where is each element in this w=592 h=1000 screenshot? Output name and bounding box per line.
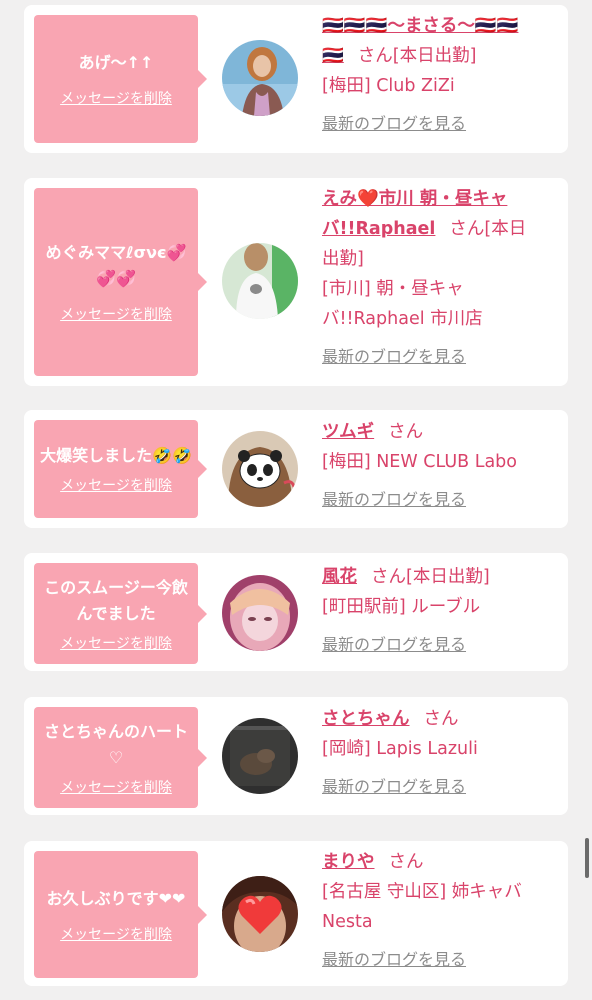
cast-info: 🇹🇭🇹🇭🇹🇭〜まさる〜🇹🇭🇹🇭 🇹🇭 さん[本日出勤] [梅田] Club ZiZ…: [322, 11, 558, 139]
shop-name: [岡崎] Lapis Lazuli: [322, 739, 478, 759]
shop-name: [梅田] Club ZiZi: [322, 76, 455, 96]
shop-name-cont: Nesta: [322, 912, 373, 932]
cast-name[interactable]: 🇹🇭🇹🇭🇹🇭〜まさる〜🇹🇭🇹🇭: [322, 16, 518, 36]
honorific: さん: [388, 422, 424, 442]
shop-name: [町田駅前] ルーブル: [322, 597, 481, 617]
avatar[interactable]: [222, 243, 298, 319]
cast-name[interactable]: まりや: [322, 852, 375, 872]
avatar-photo-icon: [222, 718, 298, 794]
delete-message-link[interactable]: メッセージを削除: [60, 777, 172, 797]
blog-link[interactable]: 最新のブログを見る: [322, 342, 466, 372]
message-bubble: このスムージー今飲んでました メッセージを削除: [34, 563, 207, 664]
message-card: お久しぶりです❤︎❤︎ メッセージを削除 まりや さん [名古屋 守山区] 姉キャ…: [24, 841, 568, 986]
shop-name: [名古屋 守山区] 姉キャバ: [322, 882, 522, 902]
shop-name: [市川] 朝・昼キャ: [322, 279, 464, 299]
blog-link[interactable]: 最新のブログを見る: [322, 485, 466, 515]
cast-name-cont[interactable]: 🇹🇭: [322, 46, 344, 66]
message-bubble: あげ〜↑↑ メッセージを削除: [34, 15, 207, 143]
cast-name[interactable]: ツムギ: [322, 422, 374, 442]
delete-message-link[interactable]: メッセージを削除: [60, 475, 172, 495]
status-badge-cont: 出勤]: [322, 249, 364, 269]
honorific: さん: [423, 709, 459, 729]
cast-name[interactable]: えみ❤️市川 朝・昼キャ: [322, 189, 507, 209]
message-text: あげ〜↑↑: [78, 53, 154, 72]
delete-message-link[interactable]: メッセージを削除: [60, 924, 172, 944]
avatar[interactable]: [222, 718, 298, 794]
blog-link[interactable]: 最新のブログを見る: [322, 109, 466, 139]
message-text: 大爆笑しました🤣🤣: [40, 446, 192, 465]
cast-info: ツムギ さん [梅田] NEW CLUB Labo 最新のブログを見る: [322, 417, 558, 515]
avatar[interactable]: [222, 40, 298, 116]
cast-info: えみ❤️市川 朝・昼キャ バ!!Raphael さん[本日 出勤] [市川] 朝・…: [322, 184, 558, 372]
avatar-photo-icon: [222, 40, 298, 116]
honorific: さん: [388, 852, 424, 872]
cast-info: 風花 さん[本日出勤] [町田駅前] ルーブル 最新のブログを見る: [322, 562, 558, 660]
status-badge: [本日: [484, 219, 527, 239]
message-bubble: 大爆笑しました🤣🤣 メッセージを削除: [34, 420, 207, 518]
message-text: さとちゃんのハート♡: [44, 721, 189, 767]
avatar[interactable]: [222, 876, 298, 952]
message-card: めぐみママℓσνє💞💞💞 メッセージを削除 えみ❤️市川 朝・昼キャ バ!!Ra…: [24, 178, 568, 386]
blog-link[interactable]: 最新のブログを見る: [322, 945, 466, 975]
blog-link[interactable]: 最新のブログを見る: [322, 630, 466, 660]
message-card: このスムージー今飲んでました メッセージを削除 風花 さん[本日出勤] [町田駅前…: [24, 553, 568, 671]
cast-name[interactable]: さとちゃん: [322, 709, 410, 729]
delete-message-link[interactable]: メッセージを削除: [60, 633, 172, 653]
message-text: めぐみママℓσνє💞💞💞: [45, 243, 187, 288]
message-card: あげ〜↑↑ メッセージを削除 🇹🇭🇹🇭🇹🇭〜まさる〜🇹🇭🇹🇭 🇹🇭 さん[本日出勤…: [24, 5, 568, 153]
heart-avatar-icon: [222, 876, 298, 952]
honorific: さん: [371, 567, 406, 587]
avatar[interactable]: [222, 575, 298, 651]
message-text: このスムージー今飲んでました: [44, 577, 188, 623]
delete-message-link[interactable]: メッセージを削除: [60, 304, 172, 324]
scrollbar[interactable]: [585, 838, 589, 878]
cast-info: まりや さん [名古屋 守山区] 姉キャバ Nesta 最新のブログを見る: [322, 847, 558, 975]
message-text: お久しぶりです❤︎❤︎: [46, 888, 186, 908]
message-bubble: めぐみママℓσνє💞💞💞 メッセージを削除: [34, 188, 207, 376]
honorific: さん: [449, 219, 485, 239]
cast-name[interactable]: 風花: [322, 567, 357, 587]
delete-message-link[interactable]: メッセージを削除: [60, 88, 172, 108]
honorific: さん: [357, 46, 393, 66]
cast-info: さとちゃん さん [岡崎] Lapis Lazuli 最新のブログを見る: [322, 704, 558, 802]
avatar-photo-icon: [222, 575, 298, 651]
panda-avatar-icon: [222, 431, 298, 507]
avatar[interactable]: [222, 431, 298, 507]
message-card: 大爆笑しました🤣🤣 メッセージを削除 ツムギ さん [梅田] NEW CLUB L…: [24, 410, 568, 528]
message-bubble: お久しぶりです❤︎❤︎ メッセージを削除: [34, 851, 207, 978]
message-card: さとちゃんのハート♡ メッセージを削除 さとちゃん さん [岡崎] Lapis L…: [24, 697, 568, 815]
cast-name-cont[interactable]: バ!!Raphael: [322, 219, 435, 239]
status-badge: [本日出勤]: [406, 567, 490, 587]
message-bubble: さとちゃんのハート♡ メッセージを削除: [34, 707, 207, 808]
shop-name: [梅田] NEW CLUB Labo: [322, 452, 517, 472]
status-badge: [本日出勤]: [392, 46, 477, 66]
shop-name-cont: バ!!Raphael 市川店: [322, 309, 483, 329]
avatar-photo-icon: [222, 243, 298, 319]
blog-link[interactable]: 最新のブログを見る: [322, 772, 466, 802]
